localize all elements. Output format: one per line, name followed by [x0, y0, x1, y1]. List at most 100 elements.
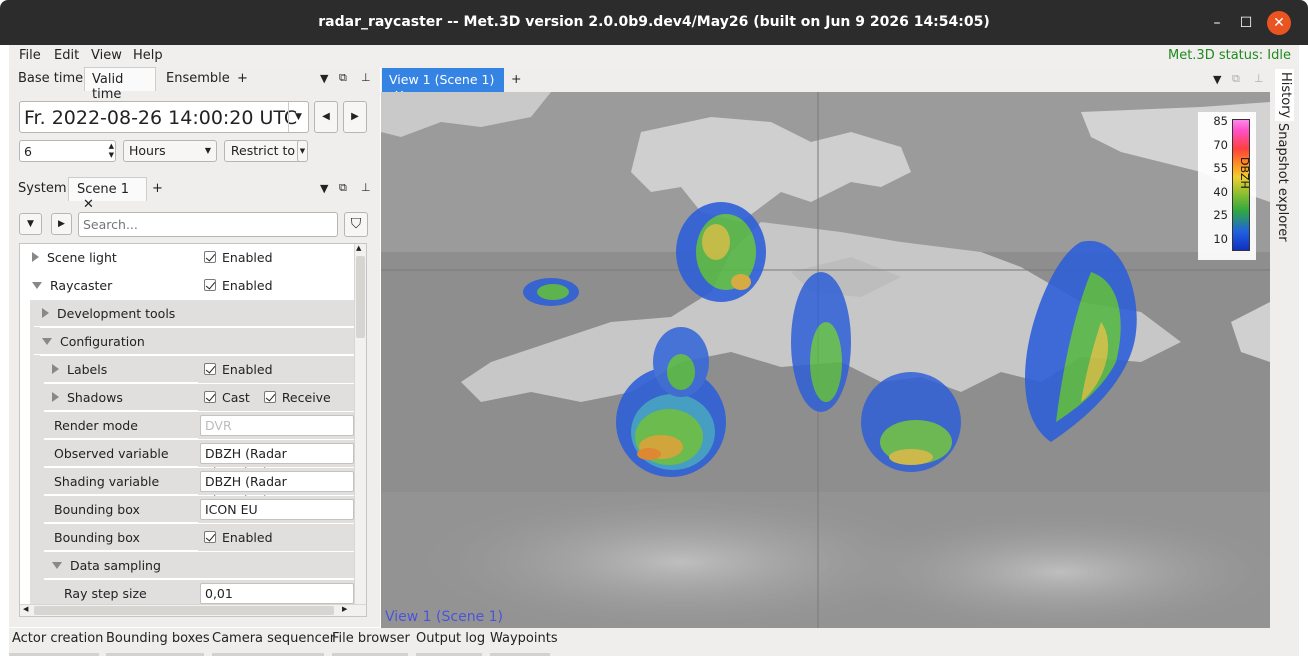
observed-variable-select[interactable]: DBZH (Radar Elevation) [200, 443, 354, 480]
search-field[interactable] [83, 214, 333, 235]
spin-arrows-icon[interactable]: ▲ ▼ [109, 142, 114, 160]
pin-icon[interactable]: ⊥ [361, 71, 371, 84]
tree-row-render-mode[interactable]: Render mode DVR [44, 412, 354, 439]
checkbox[interactable] [204, 363, 216, 375]
add-view-tab-button[interactable]: + [511, 71, 521, 86]
close-icon[interactable]: ✕ [83, 197, 94, 212]
maximize-button[interactable]: ☐ [1234, 11, 1258, 35]
tab-system[interactable]: System [18, 177, 66, 201]
scroll-left-icon[interactable]: ◀ [23, 605, 28, 613]
tab-base-time[interactable]: Base time [18, 67, 83, 91]
tree-row-data-sampling[interactable]: Data sampling [44, 552, 354, 579]
step-unit-select[interactable]: Hours ▼ [123, 140, 217, 162]
pin-icon[interactable]: ⊥ [361, 181, 371, 194]
ray-step-size-field[interactable]: 0,01 [200, 583, 354, 604]
tab-camera-sequencer[interactable]: Camera sequencer [212, 631, 335, 646]
pin-icon[interactable]: ⊥ [1254, 72, 1264, 85]
tree-row-ray-step-size[interactable]: Ray step size 0,01 [54, 580, 354, 607]
radar-echo-left-small [523, 278, 579, 306]
next-time-button[interactable]: ▶ [343, 101, 367, 133]
add-tab-button[interactable]: + [237, 67, 248, 91]
dock-menu-icon[interactable]: ▼ [320, 182, 328, 195]
prev-time-button[interactable]: ◀ [314, 101, 338, 133]
add-scene-tab-button[interactable]: + [152, 177, 163, 201]
tab-view-1[interactable]: View 1 (Scene 1) ✕ [382, 68, 504, 102]
float-icon[interactable]: ⧉ [339, 181, 347, 195]
scroll-right-icon[interactable]: ▶ [342, 605, 347, 613]
tab-bounding-boxes[interactable]: Bounding boxes [106, 631, 210, 646]
tab-ensemble[interactable]: Ensemble [166, 67, 230, 91]
tree-row-dev-tools[interactable]: Development tools [34, 300, 354, 327]
tab-output-log[interactable]: Output log [416, 631, 485, 646]
tree-value[interactable]: Enabled [198, 272, 354, 299]
tree-label: Bounding box [44, 524, 198, 551]
datetime-combo[interactable]: Fr. 2022-08-26 14:00:20 UTC ▼ [19, 101, 309, 133]
scroll-up-icon[interactable]: ▲ [356, 244, 361, 252]
search-input[interactable] [78, 212, 338, 237]
tab-snapshot-explorer[interactable]: Snapshot explorer [1275, 123, 1290, 242]
tree-row-shading-variable[interactable]: Shading variable DBZH (Radar Elevation) [44, 468, 354, 508]
labels-label: Labels [67, 362, 108, 377]
tree-value[interactable]: DBZH (Radar Elevation) [198, 440, 354, 480]
filter-icon[interactable]: ⛉ [344, 212, 368, 237]
tree-value[interactable]: 0,01 [198, 580, 354, 607]
tab-file-browser[interactable]: File browser [332, 631, 410, 646]
tab-actor-creation[interactable]: Actor creation [12, 631, 103, 646]
checkbox[interactable] [204, 251, 216, 263]
tab-waypoints[interactable]: Waypoints [490, 631, 558, 646]
colorbar-tick-label: 40 [1213, 184, 1228, 199]
tab-valid-time[interactable]: Valid time [84, 67, 156, 102]
menu-edit[interactable]: Edit [54, 48, 79, 63]
tree-value[interactable]: ICON EU [198, 496, 354, 523]
tree-row-configuration[interactable]: Configuration [34, 328, 354, 355]
scene-view-3d[interactable]: DBZH 85 70 55 40 25 10 View 1 (Scene 1) [381, 92, 1270, 628]
expand-button[interactable]: ▶ [51, 213, 72, 235]
step-unit-label: Hours [129, 143, 166, 158]
tree-row-observed-variable[interactable]: Observed variable DBZH (Radar Elevation) [44, 440, 354, 480]
chevron-down-icon[interactable]: ▼ [288, 102, 308, 132]
tree-value[interactable]: Cast Receive [198, 384, 354, 411]
checkbox-cast[interactable] [204, 391, 216, 403]
menu-view[interactable]: View [91, 48, 122, 63]
float-icon[interactable]: ⧉ [1232, 72, 1240, 86]
close-button[interactable]: ✕ [1267, 11, 1291, 35]
menu-help[interactable]: Help [133, 48, 163, 63]
dock-menu-icon[interactable]: ▼ [1213, 73, 1221, 86]
tab-underline [416, 653, 482, 656]
restrict-menu-icon[interactable]: ▼ [297, 140, 308, 162]
collapse-all-button[interactable]: ▼ [19, 213, 42, 235]
scrollbar-thumb[interactable] [356, 256, 365, 338]
minimize-button[interactable]: – [1205, 11, 1229, 35]
tree-row-labels[interactable]: Labels Enabled [44, 356, 354, 383]
shadows-cast: Cast [222, 390, 250, 405]
tab-underline [106, 653, 204, 656]
tab-scene-1[interactable]: Scene 1 ✕ [68, 177, 147, 212]
tab-history[interactable]: History [1275, 69, 1294, 122]
checkbox[interactable] [204, 279, 216, 291]
checkbox-receive[interactable] [263, 391, 276, 403]
restrict-to-button[interactable]: Restrict to [224, 140, 302, 162]
scrollbar-thumb[interactable] [34, 606, 334, 615]
float-icon[interactable]: ⧉ [339, 71, 347, 85]
dock-menu-icon[interactable]: ▼ [320, 72, 328, 85]
colorbar-tick-label: 85 [1213, 114, 1228, 128]
vertical-scrollbar[interactable]: ▲ [354, 244, 366, 616]
checkbox[interactable] [204, 531, 216, 543]
step-spinbox[interactable]: 6 ▲ ▼ [19, 140, 116, 162]
tree-value[interactable]: Enabled [198, 356, 354, 383]
tree-row-bounding-box-enabled[interactable]: Bounding box Enabled [44, 524, 354, 551]
horizontal-scrollbar[interactable]: ◀ ▶ [20, 604, 366, 616]
scene-light-value: Enabled [222, 250, 273, 265]
tree-row-raycaster[interactable]: Raycaster Enabled [20, 272, 354, 299]
tree-row-shadows[interactable]: Shadows Cast Receive [44, 384, 354, 411]
tree-row-scene-light[interactable]: Scene light Enabled [20, 244, 354, 271]
tree-row-bounding-box[interactable]: Bounding box ICON EU [44, 496, 354, 523]
menu-bar: File Edit View Help Met.3D status: Idle [9, 45, 1299, 67]
tree-value[interactable]: DBZH (Radar Elevation) [198, 468, 354, 508]
shading-variable-select[interactable]: DBZH (Radar Elevation) [200, 471, 354, 508]
menu-file[interactable]: File [19, 48, 41, 63]
tab-underline [332, 653, 408, 656]
bounding-box-select[interactable]: ICON EU [200, 499, 354, 520]
tree-value[interactable]: Enabled [198, 524, 354, 551]
tree-value[interactable]: Enabled [198, 244, 354, 271]
